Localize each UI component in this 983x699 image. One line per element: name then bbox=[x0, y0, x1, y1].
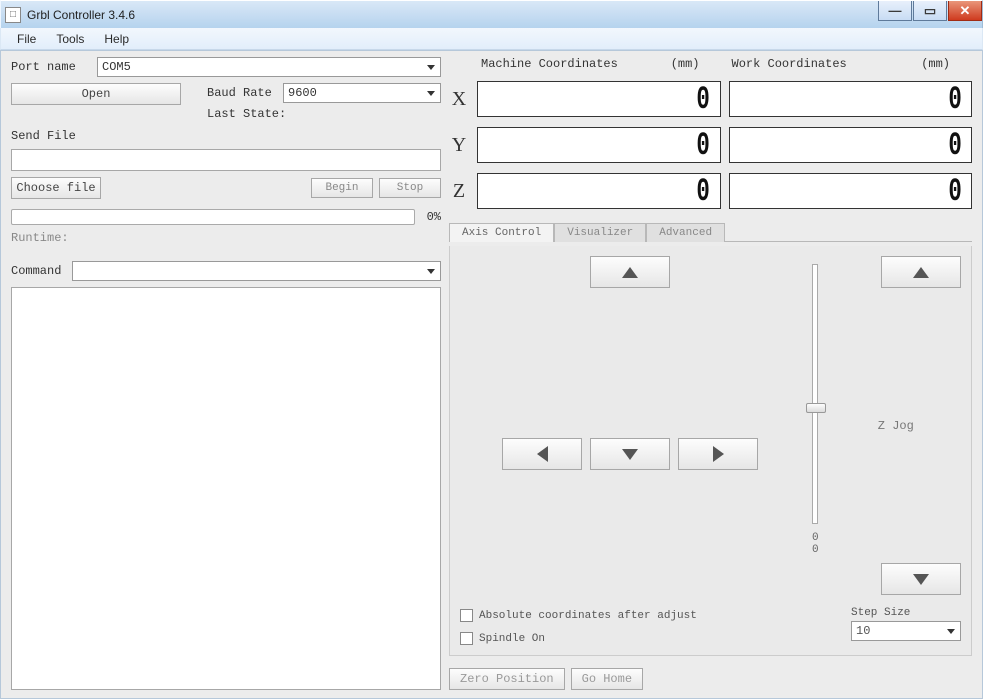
jog-z-plus-button[interactable] bbox=[881, 256, 961, 288]
command-label: Command bbox=[11, 264, 66, 278]
client-area: Port name COM5 Open Baud Rate 9600 Last … bbox=[0, 50, 983, 699]
arrow-down-icon bbox=[622, 449, 638, 460]
right-panel: Machine Coordinates (mm) Work Coordinate… bbox=[449, 57, 972, 690]
spindle-on-checkbox[interactable] bbox=[460, 632, 473, 645]
xy-jog-pad bbox=[460, 256, 800, 595]
port-name-value: COM5 bbox=[102, 60, 131, 74]
machine-x-display: 0 bbox=[477, 81, 721, 117]
footer-buttons: Zero Position Go Home bbox=[449, 660, 972, 690]
window-title: Grbl Controller 3.4.6 bbox=[27, 8, 135, 22]
tab-axis-control[interactable]: Axis Control bbox=[449, 223, 554, 242]
console-output[interactable] bbox=[11, 287, 441, 690]
arrow-up-icon bbox=[913, 267, 929, 278]
baud-rate-select[interactable]: 9600 bbox=[283, 83, 441, 103]
tab-content-axis: 0 0 Z Jog bbox=[449, 246, 972, 656]
machine-y-display: 0 bbox=[477, 127, 721, 163]
tabbar: Axis Control Visualizer Advanced bbox=[449, 223, 972, 242]
arrow-left-icon bbox=[537, 446, 548, 462]
jog-x-plus-button[interactable] bbox=[678, 438, 758, 470]
step-size-value: 10 bbox=[856, 624, 870, 638]
begin-button[interactable]: Begin bbox=[311, 178, 373, 198]
machine-coord-unit: (mm) bbox=[671, 57, 700, 71]
jog-z-minus-button[interactable] bbox=[881, 563, 961, 595]
coord-header: Machine Coordinates (mm) Work Coordinate… bbox=[449, 57, 972, 71]
slider-top-value: 0 bbox=[812, 532, 819, 544]
feedrate-slider-wrap: 0 0 bbox=[812, 256, 819, 595]
progress-bar bbox=[11, 209, 415, 225]
progress-percent: 0% bbox=[427, 210, 441, 224]
step-size-select[interactable]: 10 bbox=[851, 621, 961, 641]
slider-bottom-value: 0 bbox=[812, 544, 819, 556]
machine-z-display: 0 bbox=[477, 173, 721, 209]
choose-file-button[interactable]: Choose file bbox=[11, 177, 101, 199]
menu-tools[interactable]: Tools bbox=[46, 30, 94, 48]
baud-rate-value: 9600 bbox=[288, 86, 317, 100]
app-icon: □ bbox=[5, 7, 21, 23]
work-y-display: 0 bbox=[729, 127, 973, 163]
menubar: File Tools Help bbox=[0, 28, 983, 50]
jog-x-minus-button[interactable] bbox=[502, 438, 582, 470]
work-coord-label: Work Coordinates bbox=[732, 57, 847, 71]
baud-rate-label: Baud Rate bbox=[207, 86, 277, 100]
slider-thumb[interactable] bbox=[806, 403, 826, 413]
zero-position-button[interactable]: Zero Position bbox=[449, 668, 565, 690]
z-jog-label: Z Jog bbox=[878, 419, 914, 433]
send-file-label: Send File bbox=[11, 129, 76, 143]
tab-advanced[interactable]: Advanced bbox=[646, 223, 725, 242]
z-jog-pad: Z Jog bbox=[831, 256, 961, 595]
arrow-down-icon bbox=[913, 574, 929, 585]
tab-visualizer[interactable]: Visualizer bbox=[554, 223, 646, 242]
absolute-coord-label: Absolute coordinates after adjust bbox=[479, 610, 697, 622]
arrow-up-icon bbox=[622, 267, 638, 278]
menu-file[interactable]: File bbox=[7, 30, 46, 48]
port-name-select[interactable]: COM5 bbox=[97, 57, 441, 77]
command-input[interactable] bbox=[72, 261, 441, 281]
port-name-label: Port name bbox=[11, 60, 91, 74]
minimize-button[interactable]: — bbox=[878, 1, 912, 21]
jog-y-plus-button[interactable] bbox=[590, 256, 670, 288]
axis-z-label: Z bbox=[449, 180, 469, 203]
arrow-right-icon bbox=[713, 446, 724, 462]
jog-y-minus-button[interactable] bbox=[590, 438, 670, 470]
go-home-button[interactable]: Go Home bbox=[571, 668, 643, 690]
machine-coord-label: Machine Coordinates bbox=[481, 57, 618, 71]
step-size-label: Step Size bbox=[851, 607, 961, 619]
absolute-coord-checkbox[interactable] bbox=[460, 609, 473, 622]
runtime-label: Runtime: bbox=[11, 231, 69, 245]
axis-x-label: X bbox=[449, 88, 469, 111]
feedrate-slider[interactable] bbox=[812, 264, 818, 524]
titlebar: □ Grbl Controller 3.4.6 — ▭ ✕ bbox=[0, 0, 983, 28]
stop-button[interactable]: Stop bbox=[379, 178, 441, 198]
work-coord-unit: (mm) bbox=[921, 57, 950, 71]
last-state-label: Last State: bbox=[207, 107, 287, 121]
work-z-display: 0 bbox=[729, 173, 973, 209]
menu-help[interactable]: Help bbox=[94, 30, 139, 48]
file-path-input[interactable] bbox=[11, 149, 441, 171]
left-panel: Port name COM5 Open Baud Rate 9600 Last … bbox=[11, 57, 441, 690]
close-button[interactable]: ✕ bbox=[948, 1, 982, 21]
open-button[interactable]: Open bbox=[11, 83, 181, 105]
spindle-on-label: Spindle On bbox=[479, 633, 545, 645]
axis-y-label: Y bbox=[449, 134, 469, 157]
maximize-button[interactable]: ▭ bbox=[913, 1, 947, 21]
work-x-display: 0 bbox=[729, 81, 973, 117]
